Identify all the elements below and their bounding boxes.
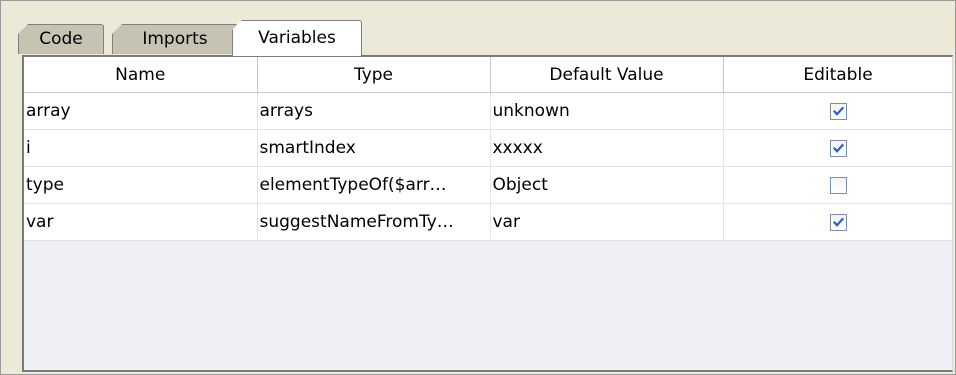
table-row[interactable]: array arrays unknown — [24, 92, 952, 130]
cell-type[interactable]: smartIndex — [257, 129, 491, 167]
tab-variables[interactable]: Variables — [232, 20, 362, 56]
cell-editable — [723, 203, 952, 241]
tab-code[interactable]: Code — [18, 24, 104, 54]
column-header-type[interactable]: Type — [257, 57, 491, 93]
table-row[interactable]: var suggestNameFromTy… var — [24, 203, 952, 241]
checkmark-icon — [832, 143, 844, 153]
cell-default-value[interactable]: xxxxx — [490, 129, 724, 167]
column-header-editable[interactable]: Editable — [723, 57, 952, 93]
table-row[interactable]: type elementTypeOf($arr… Object — [24, 166, 952, 204]
cell-name[interactable]: array — [24, 92, 258, 130]
cell-type[interactable]: elementTypeOf($arr… — [257, 166, 491, 204]
cell-name[interactable]: var — [24, 203, 258, 241]
cell-editable — [723, 129, 952, 167]
cell-type[interactable]: arrays — [257, 92, 491, 130]
cell-editable — [723, 92, 952, 130]
checkmark-icon — [832, 106, 844, 116]
editable-checkbox[interactable] — [829, 176, 847, 194]
variables-table-container: Name Type Default Value Editable array ar… — [22, 55, 953, 372]
cell-default-value[interactable]: var — [490, 203, 724, 241]
cell-default-value[interactable]: Object — [490, 166, 724, 204]
cell-name[interactable]: i — [24, 129, 258, 167]
variables-table: Name Type Default Value Editable array ar… — [24, 57, 952, 241]
checkmark-icon — [832, 217, 844, 227]
tab-bar: Code Imports Variables — [10, 20, 950, 56]
editable-checkbox[interactable] — [829, 139, 847, 157]
table-empty-area — [24, 241, 952, 361]
editable-checkbox[interactable] — [829, 102, 847, 120]
cell-default-value[interactable]: unknown — [490, 92, 724, 130]
cell-name[interactable]: type — [24, 166, 258, 204]
column-header-default-value[interactable]: Default Value — [490, 57, 724, 93]
cell-editable — [723, 166, 952, 204]
table-header-row: Name Type Default Value Editable — [24, 57, 952, 93]
tab-imports[interactable]: Imports — [112, 24, 238, 54]
table-row[interactable]: i smartIndex xxxxx — [24, 129, 952, 167]
column-header-name[interactable]: Name — [24, 57, 258, 93]
editable-checkbox[interactable] — [829, 213, 847, 231]
cell-type[interactable]: suggestNameFromTy… — [257, 203, 491, 241]
